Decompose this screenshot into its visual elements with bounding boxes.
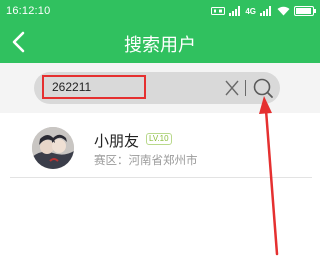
area-value: 河南省郑州市: [128, 153, 198, 167]
status-time: 16:12:10: [6, 5, 51, 17]
page-title: 搜索用户: [124, 35, 196, 56]
wifi-icon: [277, 6, 290, 16]
search-divider: [245, 80, 246, 96]
search-input[interactable]: [42, 75, 146, 99]
status-icons: 4G: [211, 5, 316, 17]
row-divider: [10, 177, 312, 178]
network-type: 4G: [245, 6, 256, 16]
battery-icon: [294, 6, 316, 16]
app-header: 16:12:10 4G 搜索用户: [0, 0, 320, 63]
avatar: [32, 127, 74, 169]
user-name: 小朋友: [94, 132, 140, 150]
level-badge: LV.10: [146, 133, 172, 145]
hd-icon: [211, 7, 226, 15]
search-icon[interactable]: [251, 76, 275, 100]
signal-icon: [260, 6, 271, 16]
close-icon[interactable]: [224, 79, 240, 97]
nav-bar: 搜索用户: [0, 22, 320, 63]
list-item[interactable]: 小朋友 LV.10 赛区：河南省郑州市: [22, 120, 312, 178]
status-bar: 16:12:10 4G: [0, 0, 320, 22]
user-area: 赛区：河南省郑州市: [94, 152, 198, 168]
signal-icon: [229, 6, 241, 16]
area-label: 赛区：: [94, 153, 129, 167]
